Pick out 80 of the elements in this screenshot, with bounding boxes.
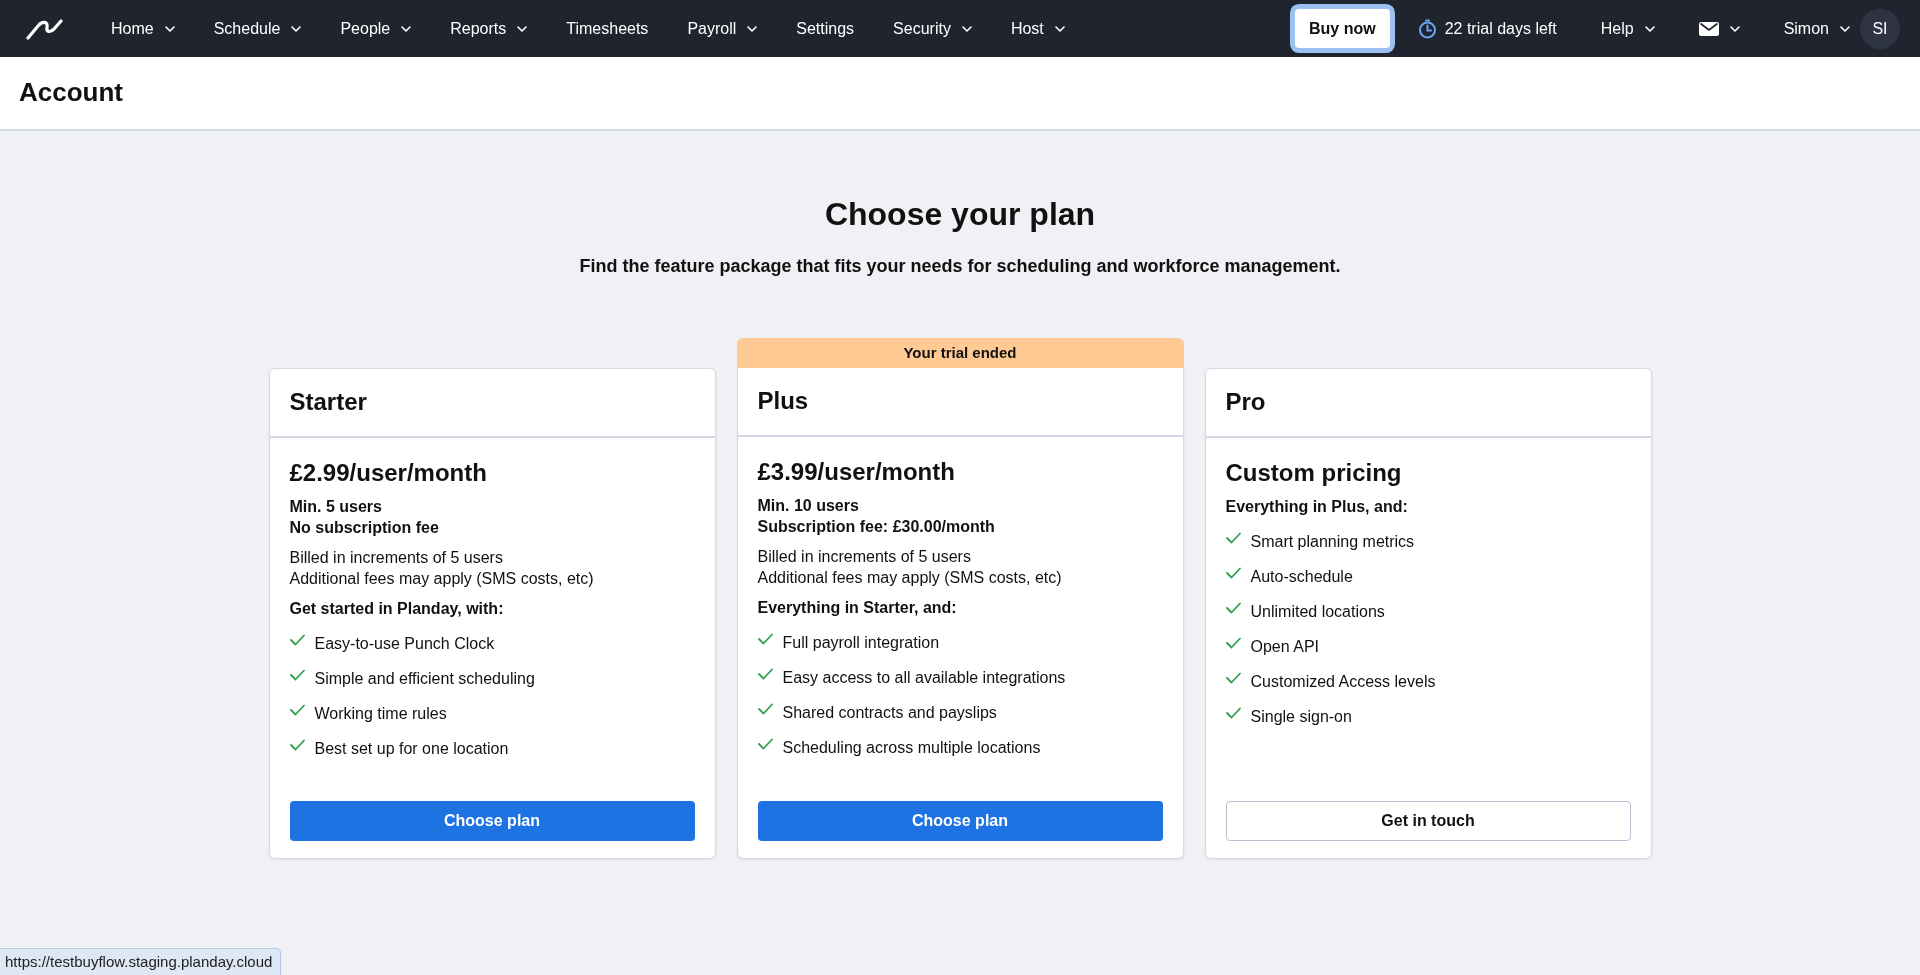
plan-note: Additional fees may apply (SMS costs, etc) (289, 569, 595, 589)
plan-note: Billed in increments of 5 users (757, 547, 972, 567)
feature-text: Simple and efficient scheduling (314, 669, 535, 689)
features-heading: Everything in Starter, and: (757, 598, 958, 618)
plan-note: Billed in increments of 5 users (289, 548, 504, 568)
check-icon (1225, 637, 1241, 649)
chevron-down-icon (747, 25, 758, 32)
page-title: Account (19, 77, 123, 109)
chevron-down-icon (961, 25, 972, 32)
mail-icon (1698, 21, 1719, 36)
feature-text: Open API (1250, 637, 1319, 657)
get-in-touch-button[interactable]: Get in touch (1225, 801, 1631, 841)
check-icon (1225, 602, 1241, 614)
chevron-down-icon (1840, 25, 1850, 32)
feature-text: Customized Access levels (1250, 672, 1436, 692)
feature-text: Easy access to all available integrations (782, 668, 1066, 688)
plan-term: Min. 5 users (289, 497, 383, 517)
plan-price: Custom pricing (1225, 458, 1403, 488)
chevron-down-icon (291, 25, 302, 32)
chevron-down-icon (1644, 25, 1655, 32)
feature-text: Working time rules (314, 704, 447, 724)
nav-menu-item[interactable]: Schedule (213, 16, 302, 41)
feature-text: Shared contracts and payslips (782, 703, 997, 723)
nav-menu-item[interactable]: Payroll (687, 16, 758, 41)
check-icon (1225, 532, 1241, 544)
feature-text: Easy-to-use Punch Clock (314, 634, 495, 654)
trial-days-text: 22 trial days left (1444, 18, 1557, 39)
chevron-down-icon (517, 25, 528, 32)
nav-menu-item[interactable]: Security (893, 16, 972, 41)
chevron-down-icon (401, 25, 412, 32)
feature-text: Full payroll integration (782, 633, 940, 653)
plan-term: Min. 10 users (757, 496, 860, 516)
plan-name: Starter (289, 388, 367, 417)
nav-menu-item[interactable]: Settings (796, 16, 855, 41)
nav-menu-item[interactable]: Reports (450, 16, 528, 41)
check-icon (757, 633, 773, 645)
link-preview-url: https://testbuyflow.staging.planday.cloud (0, 947, 282, 975)
plan-price: £3.99/user/month (757, 457, 956, 487)
check-icon (289, 704, 305, 716)
plans-heading: Choose your plan (823, 195, 1097, 233)
chevron-down-icon (164, 25, 175, 32)
feature-text: Single sign-on (1250, 707, 1352, 727)
features-heading: Get started in Planday, with: (289, 599, 505, 619)
check-icon (1225, 567, 1241, 579)
plan-term: No subscription fee (289, 518, 440, 538)
user-avatar[interactable]: SI (1860, 8, 1900, 49)
plan-note: Additional fees may apply (SMS costs, etc) (757, 568, 1063, 588)
nav-menu-item[interactable]: Timesheets (566, 16, 649, 41)
choose-plan-button[interactable]: Choose plan (757, 801, 1163, 841)
plan-price: £2.99/user/month (289, 458, 488, 488)
check-icon (289, 739, 305, 751)
feature-text: Auto-schedule (1250, 567, 1353, 587)
feature-text: Unlimited locations (1250, 602, 1385, 622)
plan-term: Subscription fee: £30.00/month (757, 517, 996, 537)
nav-menu-item[interactable]: Home (111, 16, 175, 41)
choose-plan-button[interactable]: Choose plan (289, 801, 695, 841)
check-icon (757, 738, 773, 750)
nav-menu-item[interactable]: People (340, 16, 412, 41)
plan-name: Plus (757, 387, 809, 416)
check-icon (1225, 672, 1241, 684)
check-icon (757, 668, 773, 680)
check-icon (757, 703, 773, 715)
mail-menu[interactable] (1698, 21, 1740, 36)
trial-ended-banner: Your trial ended (736, 338, 1184, 368)
plan-name: Pro (1225, 388, 1266, 417)
help-menu[interactable]: Help (1600, 16, 1655, 41)
check-icon (1225, 707, 1241, 719)
chevron-down-icon (1729, 25, 1740, 32)
features-heading: Everything in Plus, and: (1225, 497, 1409, 517)
stopwatch-icon (1417, 18, 1437, 39)
plans-subtitle: Find the feature package that fits your needs for scheduling and workforce management. (578, 255, 1342, 277)
check-icon (289, 634, 305, 646)
feature-text: Scheduling across multiple locations (782, 738, 1041, 758)
feature-text: Best set up for one location (314, 739, 509, 759)
logo-icon[interactable] (25, 17, 63, 40)
feature-text: Smart planning metrics (1250, 532, 1415, 552)
check-icon (289, 669, 305, 681)
nav-menu-item[interactable]: Host (1010, 16, 1065, 41)
chevron-down-icon (1054, 25, 1065, 32)
user-menu[interactable]: Simon (1783, 16, 1850, 41)
